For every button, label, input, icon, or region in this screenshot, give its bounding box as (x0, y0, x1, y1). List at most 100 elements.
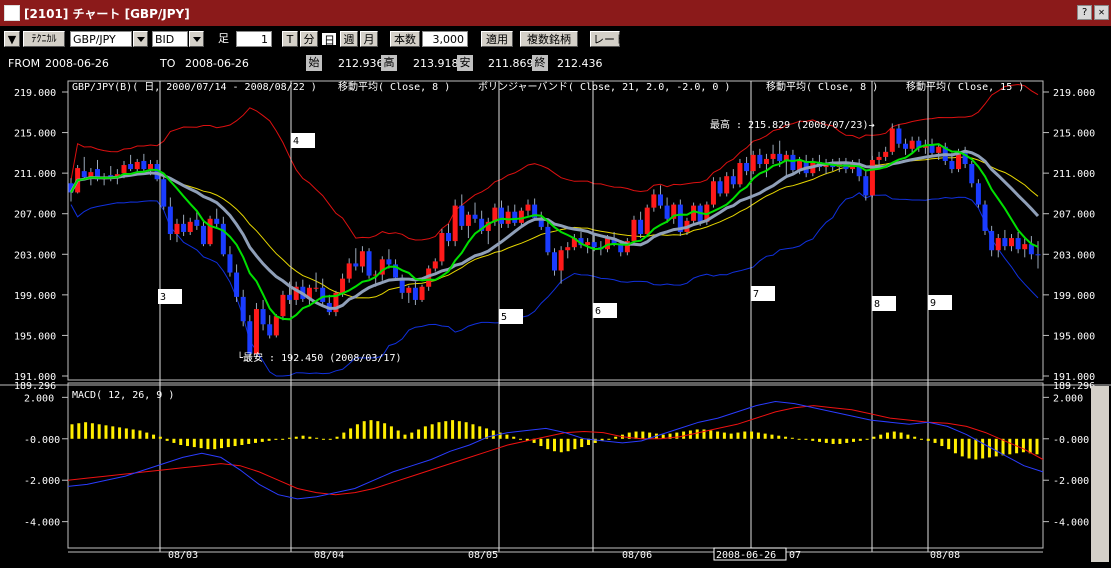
macd-histogram-bar (111, 426, 115, 439)
candle-up (207, 218, 213, 245)
candle-down (386, 259, 392, 265)
candle-down (975, 183, 981, 205)
candle-up (737, 163, 743, 185)
macd-histogram-bar (158, 436, 162, 439)
month-button[interactable]: 月 (360, 31, 378, 47)
count-label: 本数 (390, 31, 420, 47)
close-button[interactable]: ✕ (1094, 5, 1109, 20)
macd-histogram-bar (247, 438, 251, 444)
macd-histogram-bar (974, 438, 978, 460)
macd-histogram-bar (505, 434, 509, 439)
candle-up (763, 158, 769, 165)
macd-histogram-bar (172, 438, 176, 443)
week-button[interactable]: 週 (340, 31, 358, 47)
pair-select[interactable]: GBP/JPY (70, 31, 132, 47)
rate-button[interactable]: レート (590, 31, 626, 47)
macd-histogram-bar (444, 421, 448, 439)
side-select-chevron-icon[interactable] (189, 31, 204, 47)
close-value: 212.436 (557, 57, 603, 70)
macd-histogram-bar (695, 429, 699, 439)
macd-histogram-bar (267, 438, 271, 441)
tick-button[interactable]: T (282, 31, 298, 47)
to-value: 2008-06-26 (185, 57, 249, 70)
minute-button[interactable]: 分 (300, 31, 318, 47)
macd-histogram-bar (641, 431, 645, 439)
macd-histogram-bar (858, 438, 862, 441)
window-title: [2101] チャート [GBP/JPY] (24, 6, 190, 21)
price-tick-label-left: 211.000 (14, 169, 56, 180)
candle-down (234, 272, 240, 297)
window-controls: ? ✕ (1077, 5, 1109, 20)
macd-histogram-bar (376, 421, 380, 439)
candle-down (512, 211, 518, 223)
vertical-scrollbar[interactable] (1091, 386, 1109, 562)
foot-input[interactable]: 1 (236, 31, 272, 47)
macd-histogram-bar (947, 438, 951, 450)
macd-histogram-bar (811, 438, 815, 441)
macd-histogram-bar (729, 433, 733, 439)
price-tick-label-left: 203.000 (14, 250, 56, 261)
macd-histogram-bar (852, 438, 856, 442)
apply-button[interactable]: 適用 (481, 31, 513, 47)
macd-tick-label-left: -4.000 (24, 518, 60, 529)
macd-histogram-bar (709, 430, 713, 439)
macd-histogram-bar (301, 435, 305, 439)
price-tick-label-right: 219.000 (1053, 88, 1095, 99)
wave-label: 3 (160, 292, 166, 303)
macd-histogram-bar (253, 438, 257, 443)
macd-histogram-bar (885, 432, 889, 439)
macd-histogram-bar (90, 423, 94, 439)
macd-histogram-bar (573, 438, 577, 450)
menu-dropdown-button[interactable]: ▼ (4, 31, 20, 47)
macd-histogram-bar (84, 422, 88, 439)
candle-up (280, 294, 286, 317)
chart-area[interactable]: 219.000 219.000 215.000 215.000 211.000 211.0… (0, 73, 1111, 568)
chart-toolbar: ▼ ﾃｸﾆｶﾙ GBP/JPY BID 足 1 T 分 日 週 月 本数 3,0… (0, 28, 1111, 52)
macd-title: MACD( 12, 26, 9 ) (72, 390, 174, 401)
macd-histogram-bar (967, 438, 971, 459)
candle-down (260, 309, 266, 325)
candle-down (320, 287, 326, 302)
close-label: 終 (532, 55, 548, 71)
candle-down (220, 223, 226, 255)
candle-down (777, 153, 783, 161)
candle-down (446, 232, 452, 242)
day-button[interactable]: 日 (320, 31, 338, 47)
multi-symbol-button[interactable]: 複数銘柄 (520, 31, 578, 47)
macd-histogram-bar (179, 438, 183, 445)
price-panel-frame (67, 80, 1044, 381)
macd-histogram-bar (756, 432, 760, 439)
candle-down (591, 242, 597, 248)
candle-down (969, 164, 975, 184)
macd-histogram-bar (763, 433, 767, 439)
candle-up (909, 140, 915, 149)
macd-histogram-bar (797, 438, 801, 440)
pair-select-chevron-icon[interactable] (133, 31, 148, 47)
macd-histogram-bar (940, 438, 944, 447)
macd-histogram-bar (281, 438, 285, 440)
macd-histogram-bar (777, 435, 781, 439)
candle-down (499, 207, 505, 224)
wave-label: 9 (930, 298, 936, 309)
candle-down (730, 176, 736, 185)
wave-label: 4 (293, 136, 299, 147)
macd-histogram-bar (865, 438, 869, 440)
macd-histogram-bar (804, 438, 808, 440)
macd-histogram-bar (831, 438, 835, 444)
from-value: 2008-06-26 (45, 57, 109, 70)
technical-button[interactable]: ﾃｸﾆｶﾙ (23, 31, 65, 47)
chart-svg[interactable]: 219.000 219.000 215.000 215.000 211.000 211.0… (0, 73, 1111, 565)
to-label: TO (160, 57, 176, 70)
macd-histogram-bar (899, 432, 903, 439)
candle-down (949, 160, 955, 170)
macd-histogram-bar (451, 420, 455, 439)
candle-down (366, 251, 372, 276)
count-input[interactable]: 3,000 (422, 31, 468, 47)
candle-up (419, 286, 425, 300)
macd-histogram-bar (226, 438, 230, 448)
candle-down (200, 225, 206, 245)
price-tick-label-right: 207.000 (1053, 210, 1095, 221)
candle-down (1002, 238, 1008, 247)
side-select[interactable]: BID (152, 31, 188, 47)
help-button[interactable]: ? (1077, 5, 1092, 20)
